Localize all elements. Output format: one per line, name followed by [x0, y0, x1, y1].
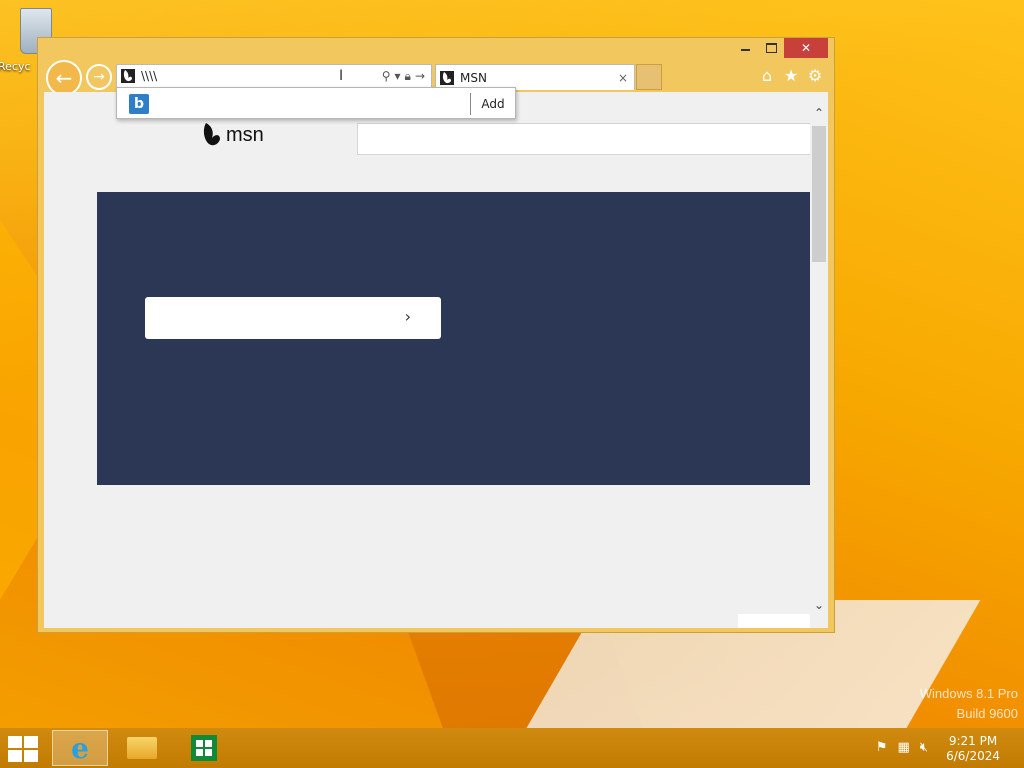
go-arrow-icon[interactable]: →	[415, 69, 425, 83]
scroll-thumb[interactable]	[812, 126, 826, 262]
taskbar-store[interactable]	[176, 730, 232, 766]
clock-date: 6/6/2024	[946, 749, 1000, 763]
windows-logo-icon	[8, 750, 22, 762]
back-button[interactable]: ←	[46, 60, 82, 96]
windows-logo-icon	[8, 736, 22, 748]
address-tools: ⚲ ▾ 🔒︎ →	[382, 69, 425, 84]
favorites-star-icon[interactable]: ★	[782, 66, 800, 85]
close-icon: ✕	[800, 41, 812, 55]
chevron-right-icon: ›	[404, 307, 411, 326]
internet-explorer-icon: e	[71, 731, 89, 765]
msn-butterfly-icon	[203, 123, 220, 146]
forward-arrow-icon: →	[93, 69, 105, 85]
action-center-flag-icon[interactable]: ⚑	[876, 740, 888, 755]
tab-close-icon[interactable]: ×	[618, 71, 628, 85]
folder-icon	[127, 737, 157, 759]
windows-logo-icon	[24, 750, 38, 762]
windows-watermark: Windows 8.1 Pro Build 9600	[920, 684, 1018, 724]
system-clock[interactable]: 9:21 PM 6/6/2024	[946, 734, 1000, 764]
address-suggestion-dropdown: b Add	[116, 87, 516, 119]
lock-icon[interactable]: 🔒︎	[405, 69, 411, 84]
text-cursor-icon: I	[339, 68, 344, 84]
home-icon[interactable]: ⌂	[758, 66, 776, 85]
internet-explorer-window: ✕ ← → \\\\ I ⚲ ▾ 🔒︎ → MSN × ⌂ ★ ⚙ msn › …	[37, 37, 835, 633]
new-tab-button[interactable]	[636, 64, 662, 90]
msn-favicon-icon	[440, 70, 454, 85]
watermark-edition: Windows 8.1 Pro	[919, 686, 1018, 701]
close-window-button[interactable]: ✕	[784, 38, 828, 58]
taskbar-internet-explorer[interactable]: e	[52, 730, 108, 766]
minimize-button[interactable]	[732, 38, 758, 58]
bing-icon[interactable]: b	[129, 94, 149, 114]
address-input[interactable]: \\\\	[141, 69, 382, 83]
msn-favicon-icon	[121, 69, 135, 83]
scroll-up-icon[interactable]: ⌃	[812, 106, 826, 120]
hero-banner: ›	[97, 192, 811, 485]
taskbar: e ⚑ ▦ 🔇︎ 9:21 PM 6/6/2024	[0, 728, 1024, 768]
clock-time: 9:21 PM	[948, 734, 998, 748]
tab-title: MSN	[460, 70, 487, 85]
network-icon[interactable]: ▦	[898, 740, 910, 755]
maximize-icon	[765, 43, 777, 53]
msn-search-input[interactable]	[357, 123, 813, 155]
page-content: msn › ⌃ ⌄	[44, 92, 828, 628]
windows-logo-icon	[24, 736, 38, 748]
dropdown-chevron-icon[interactable]: ▾	[395, 69, 401, 83]
maximize-button[interactable]	[758, 38, 784, 58]
msn-logo[interactable]: msn	[202, 122, 264, 148]
vertical-scrollbar[interactable]: ⌃ ⌄	[810, 92, 828, 628]
scroll-down-icon[interactable]: ⌄	[812, 598, 826, 612]
taskbar-file-explorer[interactable]	[114, 730, 170, 766]
watermark-build: Build 9600	[956, 706, 1018, 721]
start-button[interactable]	[8, 736, 38, 762]
hero-cta-button[interactable]: ›	[145, 297, 441, 339]
forward-button[interactable]: →	[86, 64, 112, 90]
system-tray: ⚑ ▦ 🔇︎	[876, 740, 928, 755]
add-search-provider-button[interactable]: Add	[473, 94, 513, 114]
back-arrow-icon: ←	[55, 66, 73, 90]
bottom-widget[interactable]	[738, 614, 810, 628]
window-controls: ✕	[732, 38, 828, 58]
store-icon	[191, 735, 217, 761]
minimize-icon	[740, 49, 750, 51]
settings-gear-icon[interactable]: ⚙	[806, 66, 824, 85]
divider	[470, 93, 471, 115]
msn-logo-text: msn	[226, 123, 264, 146]
address-bar[interactable]: \\\\ I ⚲ ▾ 🔒︎ →	[116, 64, 432, 88]
volume-muted-icon[interactable]: 🔇︎	[920, 740, 928, 755]
toolbar-icons: ⌂ ★ ⚙	[758, 66, 824, 85]
search-icon[interactable]: ⚲	[382, 69, 391, 83]
